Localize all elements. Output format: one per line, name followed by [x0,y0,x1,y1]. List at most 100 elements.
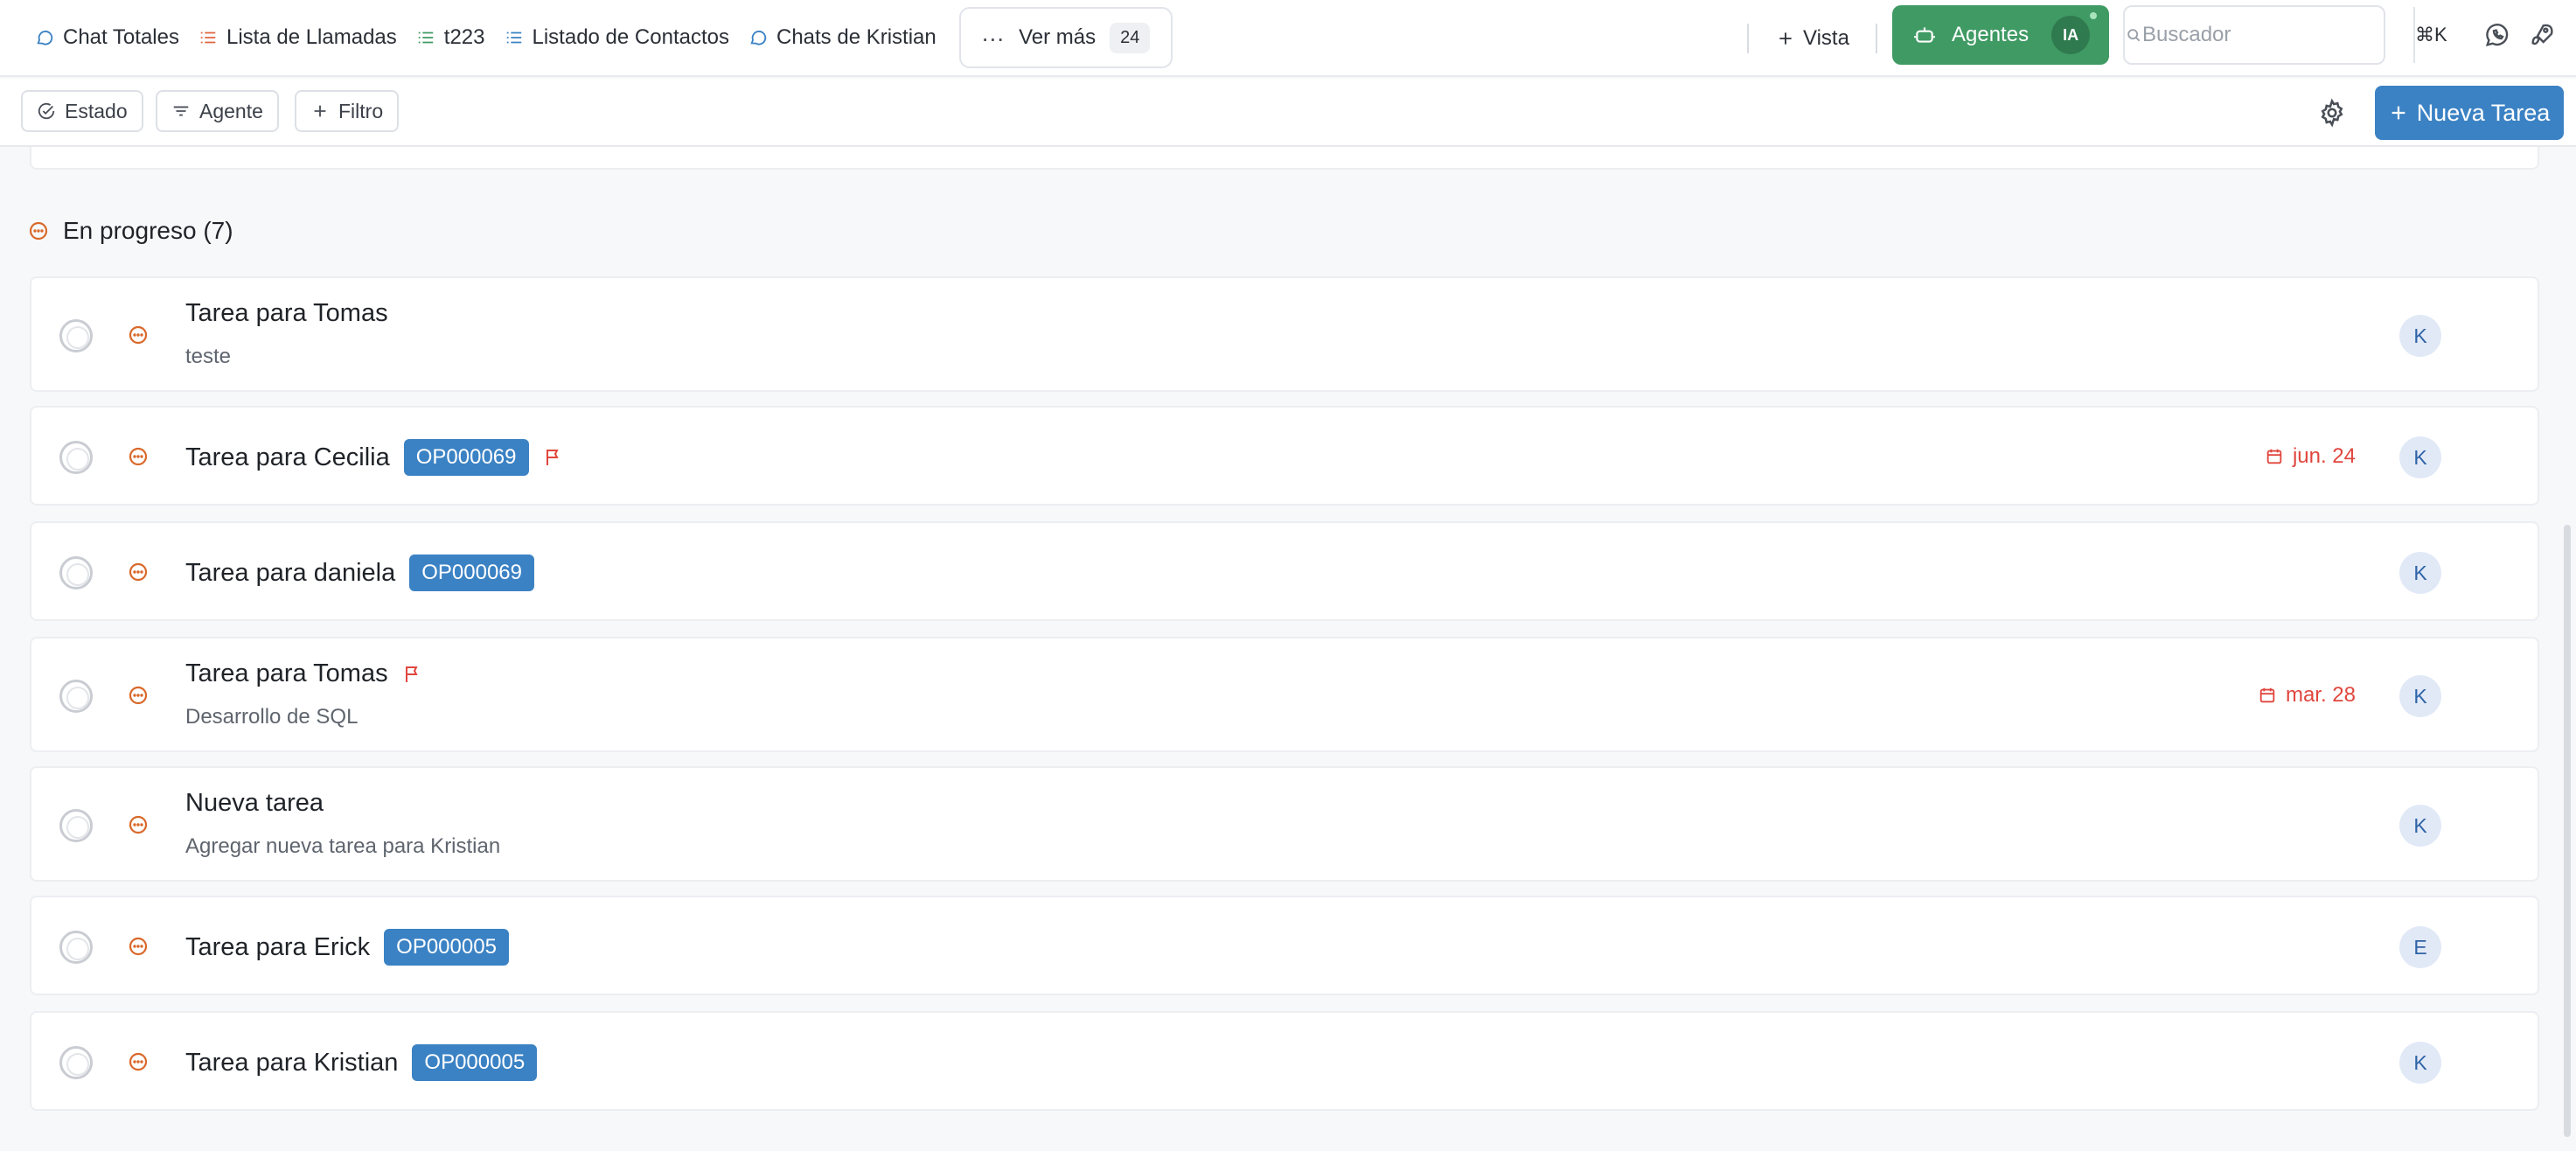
whatsapp-icon[interactable] [2483,21,2511,49]
task-row[interactable]: Tarea para Erick OP000005 E [30,896,2539,995]
due-date-label: mar. 28 [2285,683,2356,707]
in-progress-status-icon [29,221,48,241]
task-complete-checkbox[interactable] [59,809,93,842]
task-title-line: Nueva tarea [185,789,324,818]
robot-icon [1914,27,1935,43]
calendar-icon [2266,449,2282,464]
group-header-in-progress[interactable]: En progreso (7) [28,213,233,248]
see-more-label: Ver más [1019,25,1097,49]
in-progress-status-icon[interactable] [128,685,149,706]
task-title[interactable]: Tarea para daniela [185,559,395,588]
task-row[interactable]: Tarea para Kristian OP000005 K [30,1011,2539,1111]
task-title[interactable]: Tarea para Tomas [185,659,388,688]
group-title: En progreso (7) [63,217,233,244]
task-title[interactable]: Tarea para Kristian [185,1049,398,1078]
tab-chat-totales[interactable]: Chat Totales [35,25,179,50]
task-title[interactable]: Tarea para Erick [185,933,370,962]
task-title-line: Tarea para daniela OP000069 [185,555,534,591]
top-bar: Chat Totales Lista de Llamadas t223 List… [0,0,2576,77]
due-date[interactable]: mar. 28 [2258,683,2356,708]
in-progress-status-icon[interactable] [128,1051,149,1072]
chat-icon [750,31,767,45]
add-filter-chip[interactable]: Filtro [295,90,400,132]
flag-icon[interactable] [402,664,423,685]
search-input[interactable] [2142,23,2413,47]
tab-lista-de-llamadas[interactable]: Lista de Llamadas [198,25,397,50]
assignee-avatar[interactable]: K [2399,315,2441,357]
task-row[interactable]: Tarea para Cecilia OP000069 jun. 24 K [30,406,2539,506]
assignee-avatar[interactable]: K [2399,805,2441,847]
settings-gear-icon[interactable] [2317,98,2347,128]
add-view-button[interactable]: Vista [1777,26,1849,51]
assignee-avatar[interactable]: K [2399,675,2441,717]
online-indicator [2090,12,2097,19]
add-filter-label: Filtro [338,99,384,122]
task-title[interactable]: Tarea para Tomas [185,299,388,328]
task-complete-checkbox[interactable] [59,680,93,713]
tab-label: Chats de Kristian [776,25,936,49]
task-description: Agregar nueva tarea para Kristian [185,834,501,858]
opportunity-tag[interactable]: OP000069 [403,439,529,476]
task-complete-checkbox[interactable] [59,931,93,964]
task-title[interactable]: Tarea para Cecilia [185,443,390,472]
agent-filter-chip[interactable]: Agente [156,90,279,132]
assignee-avatar[interactable]: K [2399,552,2441,594]
assignee-avatar[interactable]: K [2399,436,2441,478]
search-shortcut: ⌘K [2413,7,2447,63]
in-progress-status-icon[interactable] [128,324,149,345]
opportunity-tag[interactable]: OP000005 [412,1044,538,1081]
view-tabs: Chat Totales Lista de Llamadas t223 List… [0,0,1173,76]
task-title[interactable]: Nueva tarea [185,789,324,818]
divider [1875,24,1877,53]
new-task-label: Nueva Tarea [2416,99,2551,126]
opportunity-tag[interactable]: OP000069 [409,555,534,591]
vertical-scrollbar[interactable] [2564,525,2571,1137]
tab-chats-de-kristian[interactable]: Chats de Kristian [748,25,936,50]
task-title-line: Tarea para Tomas [185,299,388,328]
task-row[interactable]: Tarea para Tomas Desarrollo de SQL mar. … [30,637,2539,752]
tab-t223[interactable]: t223 [416,25,485,50]
task-title-line: Tarea para Erick OP000005 [185,929,509,966]
filter-bar: Estado Agente Filtro Nueva Tarea [0,79,2576,147]
due-date[interactable]: jun. 24 [2265,444,2356,469]
task-row[interactable]: Nueva tarea Agregar nueva tarea para Kri… [30,766,2539,882]
task-complete-checkbox[interactable] [59,1046,93,1079]
new-task-button[interactable]: Nueva Tarea [2375,86,2564,140]
tab-label: Lista de Llamadas [226,25,397,49]
task-row[interactable]: Tarea para Tomas teste K [30,276,2539,392]
list-icon [200,31,216,44]
due-date-label: jun. 24 [2292,444,2356,468]
assignee-avatar[interactable]: E [2399,926,2441,968]
in-progress-status-icon[interactable] [128,446,149,467]
task-title-line: Tarea para Tomas [185,659,423,688]
in-progress-status-icon[interactable] [128,562,149,582]
plus-icon [2392,106,2405,120]
tab-label: t223 [443,25,485,49]
status-filter-chip[interactable]: Estado [21,90,143,132]
flag-icon[interactable] [543,447,564,468]
plus-icon [1779,32,1792,45]
task-complete-checkbox[interactable] [59,556,93,589]
in-progress-status-icon[interactable] [128,936,149,957]
task-complete-checkbox[interactable] [59,319,93,352]
task-complete-checkbox[interactable] [59,441,93,474]
assignee-avatar[interactable]: K [2399,1042,2441,1084]
rocket-icon[interactable] [2527,21,2555,49]
tab-label: Listado de Contactos [532,25,729,49]
opportunity-tag[interactable]: OP000005 [384,929,509,966]
see-more-button[interactable]: ... Ver más 24 [958,7,1173,68]
tab-listado-de-contactos[interactable]: Listado de Contactos [505,25,729,50]
tab-label: Chat Totales [63,25,179,49]
filter-lines-icon [173,106,189,116]
add-view-label: Vista [1803,26,1849,50]
agent-filter-label: Agente [199,99,263,122]
previous-group-card [30,147,2539,170]
task-description: Desarrollo de SQL [185,705,359,729]
agents-button[interactable]: Agentes IA [1892,5,2109,65]
check-circle-icon [38,102,55,120]
search-box: ⌘K [2123,5,2447,65]
ai-badge: IA [2051,16,2091,54]
in-progress-status-icon[interactable] [128,814,149,835]
task-row[interactable]: Tarea para daniela OP000069 K [30,521,2539,621]
task-description: teste [185,345,232,368]
